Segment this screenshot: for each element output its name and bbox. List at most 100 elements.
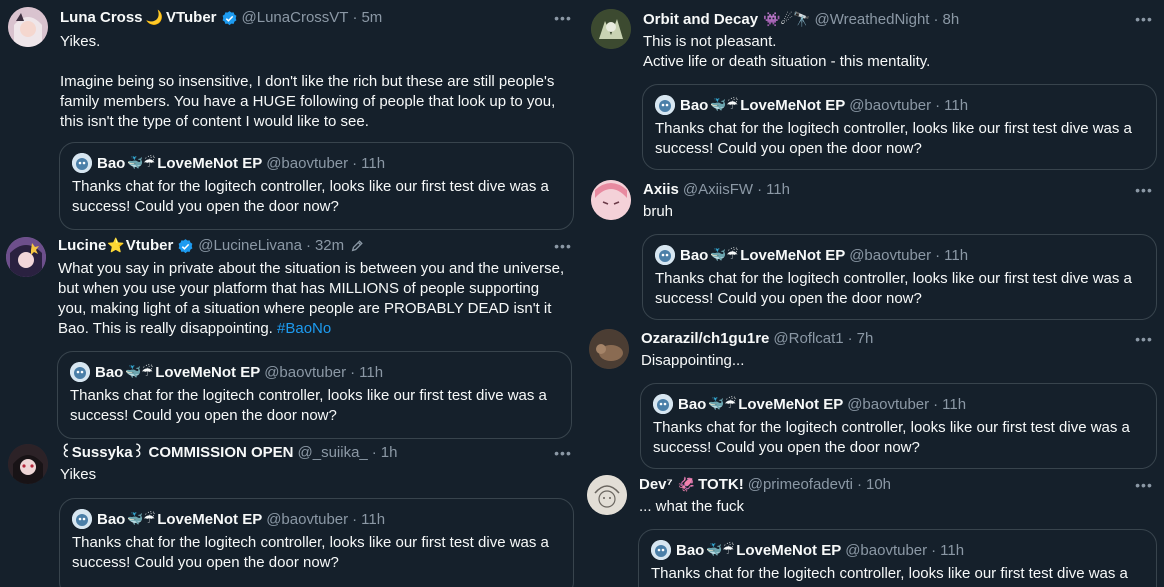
handle[interactable]: @LucineLivana	[198, 236, 302, 256]
more-options-icon[interactable]: •••	[1134, 9, 1154, 29]
timestamp[interactable]: 10h	[866, 475, 891, 495]
more-options-icon[interactable]: •••	[1134, 180, 1154, 200]
quote-text: Thanks chat for the logitech controller,…	[70, 387, 547, 424]
quoted-tweet[interactable]: Bao 🐳☔ LoveMeNot EP @baovtuber · 11h Tha…	[642, 234, 1157, 320]
separator-dot: ·	[350, 363, 356, 381]
display-name[interactable]: Luna Cross	[60, 8, 143, 28]
quote-avatar-icon	[70, 362, 90, 382]
display-name[interactable]: ꒰Sussyka꒱ COMMISSION OPEN	[60, 443, 294, 463]
display-name-suffix[interactable]: TOTK!	[698, 475, 744, 495]
quote-display-name: Bao	[97, 510, 126, 528]
tweet-header: Dev⁷ 🦑 TOTK! @primeofadevti · 10h	[639, 474, 891, 496]
avatar[interactable]	[589, 329, 629, 369]
handle[interactable]: @primeofadevti	[748, 475, 853, 495]
tweet-card[interactable]: Dev⁷ 🦑 TOTK! @primeofadevti · 10h ••• ..…	[583, 469, 1164, 587]
tweet-card[interactable]: Orbit and Decay 👾☄🔭 @WreathedNight · 8h …	[583, 0, 1164, 170]
quote-avatar-icon	[72, 153, 92, 173]
separator-dot: ·	[352, 154, 358, 172]
separator-dot: ·	[857, 476, 862, 493]
timestamp[interactable]: 7h	[857, 329, 874, 349]
more-options-icon[interactable]: •••	[553, 8, 573, 28]
quote-handle: @baovtuber	[266, 154, 349, 172]
display-name[interactable]: Ozarazil/ch1gu1re	[641, 329, 769, 349]
display-name[interactable]: Orbit and Decay	[643, 10, 758, 30]
quote-display-name-suffix: LoveMeNot EP	[157, 510, 263, 528]
quote-handle: @baovtuber	[849, 96, 932, 114]
edited-pencil-icon[interactable]	[350, 239, 364, 253]
quote-avatar-icon	[651, 540, 671, 560]
quote-header: Bao 🐳☔ LoveMeNot EP @baovtuber · 11h	[72, 509, 385, 529]
quote-header: Bao 🐳☔ LoveMeNot EP @baovtuber · 11h	[70, 362, 383, 382]
quoted-tweet[interactable]: Bao 🐳☔ LoveMeNot EP @baovtuber · 11h Tha…	[640, 383, 1157, 469]
name-emoji: 🌙	[145, 10, 163, 26]
quote-handle: @baovtuber	[266, 510, 349, 528]
more-options-icon[interactable]: •••	[553, 443, 573, 463]
left-column: Luna Cross 🌙 VTuber @LunaCrossVT · 5m ••…	[0, 0, 583, 587]
display-name-suffix[interactable]: VTuber	[166, 8, 217, 28]
avatar[interactable]	[8, 7, 48, 47]
tweet-card[interactable]: Axiis @AxiisFW · 11h ••• bruh Bao 🐳☔ Lov…	[583, 170, 1164, 322]
quoted-tweet[interactable]: Bao 🐳☔ LoveMeNot EP @baovtuber · 11h Tha…	[59, 498, 574, 587]
separator-dot: ·	[933, 395, 939, 413]
quote-header: Bao 🐳☔ LoveMeNot EP @baovtuber · 11h	[72, 153, 385, 173]
quote-timestamp: 11h	[940, 541, 965, 559]
quote-display-name: Bao	[680, 96, 709, 114]
display-name-suffix[interactable]: Vtuber	[126, 236, 174, 256]
tweet-card[interactable]: ꒰Sussyka꒱ COMMISSION OPEN @_suiika_ · 1h…	[0, 438, 583, 587]
separator-dot: ·	[757, 181, 763, 198]
quote-name-emoji: 🐳☔	[127, 511, 156, 527]
tweet-card[interactable]: Ozarazil/ch1gu1re @Roflcat1 · 7h ••• Dis…	[583, 322, 1164, 469]
tweet-text: Yikes	[60, 466, 97, 483]
timestamp[interactable]: 5m	[361, 8, 382, 28]
timeline: Luna Cross 🌙 VTuber @LunaCrossVT · 5m ••…	[0, 0, 1164, 587]
display-name[interactable]: Dev⁷	[639, 475, 673, 495]
handle[interactable]: @WreathedNight	[814, 10, 929, 30]
verified-badge-icon	[222, 10, 236, 25]
name-emoji: 👾☄🔭	[763, 12, 811, 28]
timestamp[interactable]: 1h	[381, 443, 398, 463]
handle[interactable]: @LunaCrossVT	[242, 8, 349, 28]
tweet-text: What you say in private about the situat…	[58, 259, 570, 339]
timestamp[interactable]: 32m	[315, 236, 344, 256]
tweet-text: Disappointing...	[641, 352, 745, 369]
avatar[interactable]	[587, 475, 627, 515]
verified-badge-icon	[178, 238, 193, 253]
handle[interactable]: @Roflcat1	[773, 329, 843, 349]
quoted-tweet[interactable]: Bao 🐳☔ LoveMeNot EP @baovtuber · 11h Tha…	[642, 84, 1157, 170]
timestamp[interactable]: 11h	[766, 180, 790, 200]
name-emoji: 🦑	[677, 477, 696, 493]
quote-avatar-icon	[653, 394, 673, 414]
quote-display-name-suffix: LoveMeNot EP	[740, 246, 846, 264]
more-options-icon[interactable]: •••	[1134, 329, 1154, 349]
quote-display-name: Bao	[680, 246, 709, 264]
avatar[interactable]	[591, 180, 631, 220]
hashtag-link[interactable]: #BaoNo	[277, 320, 331, 337]
tweet-card[interactable]: Luna Cross 🌙 VTuber @LunaCrossVT · 5m ••…	[0, 0, 583, 230]
tweet-text: bruh	[643, 203, 674, 220]
quote-avatar-icon	[655, 245, 675, 265]
display-name[interactable]: Lucine	[58, 236, 106, 256]
avatar[interactable]	[591, 9, 631, 49]
quote-display-name-suffix: LoveMeNot EP	[157, 154, 263, 172]
avatar-image-icon	[587, 475, 627, 515]
more-options-icon[interactable]: •••	[1134, 475, 1154, 495]
tweet-card[interactable]: Lucine ⭐ Vtuber @LucineLivana · 32m ••• …	[0, 228, 583, 439]
display-name[interactable]: Axiis	[643, 180, 679, 200]
quote-avatar-icon	[655, 95, 675, 115]
quote-display-name-suffix: LoveMeNot EP	[155, 363, 261, 381]
quote-text: Thanks chat for the logitech controller,…	[653, 419, 1130, 456]
quoted-tweet[interactable]: Bao 🐳☔ LoveMeNot EP @baovtuber · 11h Tha…	[59, 142, 574, 230]
quoted-tweet[interactable]: Bao 🐳☔ LoveMeNot EP @baovtuber · 11h Tha…	[638, 529, 1157, 587]
quote-text: Thanks chat for the logitech controller,…	[651, 565, 1128, 587]
avatar-image-icon	[8, 444, 48, 484]
tweet-text: This is not pleasant. Active life or dea…	[643, 33, 931, 70]
avatar[interactable]	[8, 444, 48, 484]
handle[interactable]: @_suiika_	[298, 443, 368, 463]
timestamp[interactable]: 8h	[942, 10, 959, 30]
more-options-icon[interactable]: •••	[553, 236, 573, 256]
right-column: Orbit and Decay 👾☄🔭 @WreathedNight · 8h …	[583, 0, 1164, 587]
column-divider	[581, 0, 582, 587]
avatar[interactable]	[6, 237, 46, 277]
quoted-tweet[interactable]: Bao 🐳☔ LoveMeNot EP @baovtuber · 11h Tha…	[57, 351, 572, 439]
handle[interactable]: @AxiisFW	[683, 180, 753, 200]
